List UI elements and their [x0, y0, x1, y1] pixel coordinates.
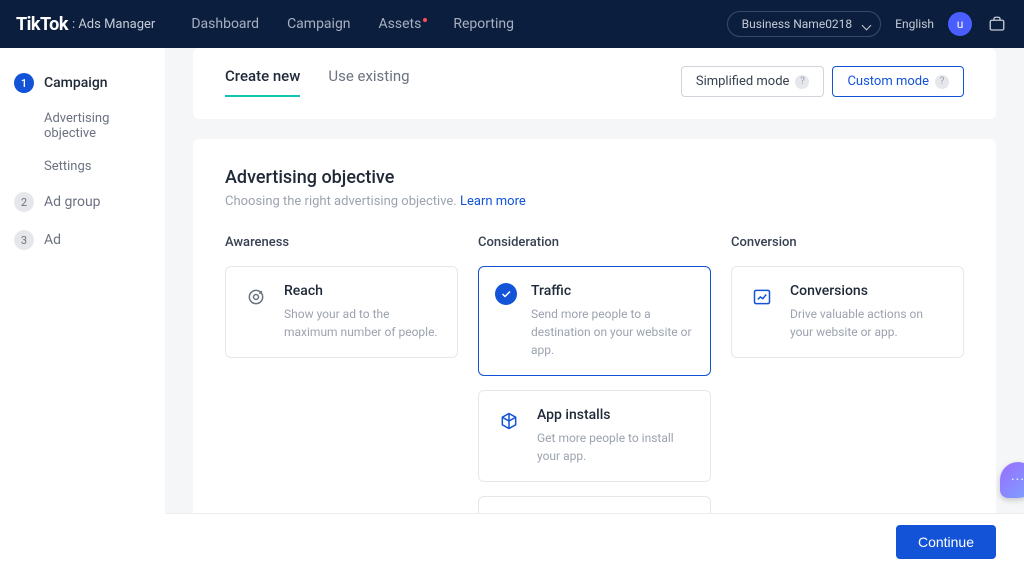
- nav-reporting[interactable]: Reporting: [453, 16, 514, 32]
- language-selector[interactable]: English: [895, 17, 934, 31]
- objective-heading: Advertising objective: [225, 167, 964, 188]
- mode-custom[interactable]: Custom mode ?: [832, 66, 964, 97]
- advertising-objective-card: Advertising objective Choosing the right…: [193, 139, 996, 569]
- nav-campaign[interactable]: Campaign: [287, 16, 350, 32]
- substep-advertising-objective[interactable]: Advertising objective: [0, 102, 165, 150]
- mode-label: Simplified mode: [696, 74, 790, 89]
- substep-settings[interactable]: Settings: [0, 150, 165, 183]
- step-label: Campaign: [44, 75, 108, 91]
- top-nav: Dashboard Campaign Assets Reporting: [191, 16, 514, 32]
- column-heading: Awareness: [225, 235, 458, 250]
- user-avatar[interactable]: u: [948, 12, 972, 36]
- step-ad-group[interactable]: 2 Ad group: [0, 183, 165, 221]
- objective-desc: Send more people to a destination on you…: [531, 305, 694, 359]
- objective-desc: Get more people to install your app.: [537, 429, 694, 465]
- cube-icon: [495, 407, 523, 435]
- mode-simplified[interactable]: Simplified mode ?: [681, 66, 825, 97]
- column-heading: Conversion: [731, 235, 964, 250]
- footer-bar: Continue: [165, 513, 1024, 569]
- objective-reach[interactable]: Reach Show your ad to the maximum number…: [225, 266, 458, 358]
- nav-dashboard[interactable]: Dashboard: [191, 16, 259, 32]
- column-heading: Consideration: [478, 235, 711, 250]
- objective-subtitle: Choosing the right advertising objective…: [225, 194, 964, 209]
- step-label: Ad group: [44, 194, 101, 210]
- left-sidebar: 1 Campaign Advertising objective Setting…: [0, 48, 165, 569]
- objective-desc: Show your ad to the maximum number of pe…: [284, 305, 441, 341]
- step-number: 1: [14, 73, 34, 93]
- topbar-right: Business Name0218 English u: [727, 11, 1008, 37]
- help-icon[interactable]: ?: [795, 75, 809, 89]
- tab-use-existing[interactable]: Use existing: [328, 67, 409, 97]
- chart-arrow-icon: [748, 283, 776, 311]
- business-account-dropdown[interactable]: Business Name0218: [727, 11, 882, 37]
- create-method-card: Create new Use existing Simplified mode …: [193, 48, 996, 119]
- step-label: Ad: [44, 232, 61, 248]
- mode-label: Custom mode: [847, 74, 929, 89]
- objective-title: Conversions: [790, 283, 947, 299]
- step-number: 2: [14, 192, 34, 212]
- learn-more-link[interactable]: Learn more: [460, 194, 526, 209]
- objective-title: App installs: [537, 407, 694, 423]
- reach-icon: [242, 283, 270, 311]
- objective-title: Traffic: [531, 283, 694, 299]
- create-tabs: Create new Use existing: [225, 67, 410, 97]
- mode-toggle: Simplified mode ? Custom mode ?: [681, 66, 964, 97]
- objective-title: Reach: [284, 283, 441, 299]
- logo-subtitle: : Ads Manager: [72, 17, 155, 32]
- chat-support-button[interactable]: ···: [1000, 462, 1024, 498]
- logo: TikTok: [16, 14, 68, 35]
- dots-icon: ···: [1011, 472, 1024, 488]
- continue-button[interactable]: Continue: [896, 525, 996, 559]
- check-icon: [495, 283, 517, 305]
- step-ad[interactable]: 3 Ad: [0, 221, 165, 259]
- top-navbar: TikTok : Ads Manager Dashboard Campaign …: [0, 0, 1024, 48]
- objective-app-installs[interactable]: App installs Get more people to install …: [478, 390, 711, 482]
- objective-conversions[interactable]: Conversions Drive valuable actions on yo…: [731, 266, 964, 358]
- business-center-icon[interactable]: [986, 13, 1008, 35]
- step-campaign[interactable]: 1 Campaign: [0, 64, 165, 102]
- tab-create-new[interactable]: Create new: [225, 67, 300, 97]
- step-number: 3: [14, 230, 34, 250]
- objective-subtitle-text: Choosing the right advertising objective…: [225, 194, 457, 209]
- nav-assets[interactable]: Assets: [379, 16, 426, 32]
- objective-desc: Drive valuable actions on your website o…: [790, 305, 947, 341]
- main-content: Create new Use existing Simplified mode …: [165, 48, 1024, 569]
- help-icon[interactable]: ?: [935, 75, 949, 89]
- objective-traffic[interactable]: Traffic Send more people to a destinatio…: [478, 266, 711, 376]
